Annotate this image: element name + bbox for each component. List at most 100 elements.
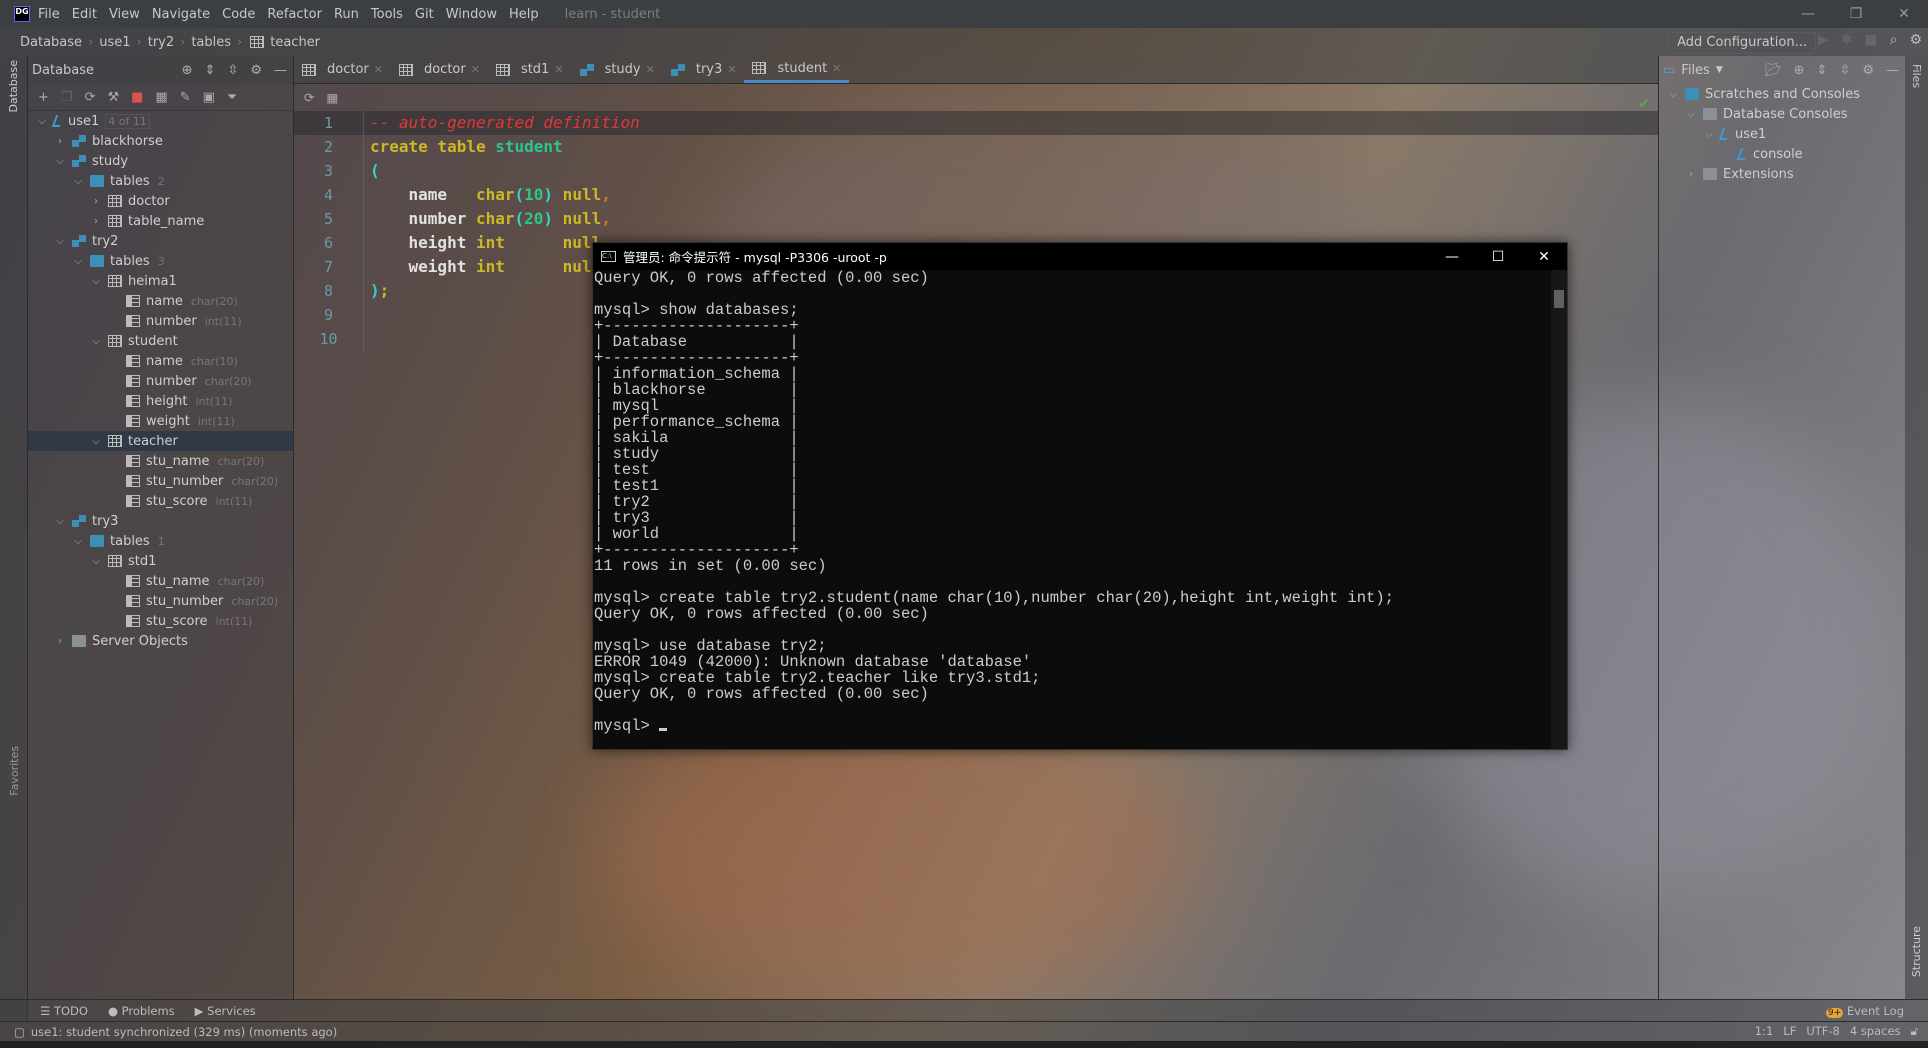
chevron-down-icon[interactable]: ▼ (1716, 65, 1723, 75)
refresh-icon[interactable]: ⟳ (85, 90, 96, 105)
tree-node-heima1[interactable]: ⌵ heima1 (28, 271, 293, 291)
tree-node-stu-name[interactable]: stu_name char(20) (28, 571, 293, 591)
menu-run[interactable]: Run (334, 7, 359, 22)
table-view-icon[interactable]: ▦ (326, 90, 338, 105)
edit-icon[interactable]: ✎ (180, 90, 191, 105)
tree-node-extensions[interactable]: › Extensions (1659, 164, 1905, 184)
tree-node-stu-score[interactable]: stu_score int(11) (28, 611, 293, 631)
menu-refactor[interactable]: Refactor (267, 7, 322, 22)
tree-node-weight[interactable]: weight int(11) (28, 411, 293, 431)
caret-position[interactable]: 1:1 (1755, 1024, 1774, 1039)
chevron-down-icon[interactable]: ⌵ (90, 336, 102, 347)
gear-icon[interactable]: ⚙ (250, 63, 262, 78)
tab-doctor[interactable]: doctor ✕ (294, 56, 391, 83)
menu-file[interactable]: File (38, 7, 60, 22)
services-tab[interactable]: ▶ Services (195, 1004, 256, 1018)
terminal-output[interactable]: Query OK, 0 rows affected (0.00 sec) mysq… (593, 270, 1551, 749)
minimize-button[interactable]: — (1784, 0, 1832, 28)
tree-node-tables[interactable]: ⌵ tables 1 (28, 531, 293, 551)
minimize-button[interactable]: — (1429, 249, 1475, 265)
expand-all-icon[interactable]: ⇕ (205, 63, 216, 78)
tree-node-use1[interactable]: ⌵ use1 (1659, 124, 1905, 144)
gear-icon[interactable]: ⚙ (1862, 63, 1874, 78)
tree-node-blackhorse[interactable]: › blackhorse (28, 131, 293, 151)
menu-git[interactable]: Git (415, 7, 434, 22)
close-tab-icon[interactable]: ✕ (374, 63, 383, 76)
chevron-down-icon[interactable]: ⌵ (90, 436, 102, 447)
chevron-down-icon[interactable]: ⌵ (1685, 109, 1697, 120)
tree-node-try2[interactable]: ⌵ try2 (28, 231, 293, 251)
chevron-right-icon[interactable]: › (90, 196, 102, 207)
close-tab-icon[interactable]: ✕ (554, 63, 563, 76)
collapse-all-icon[interactable]: ⇳ (227, 63, 238, 78)
chevron-down-icon[interactable]: ⌵ (54, 236, 66, 247)
close-tab-icon[interactable]: ✕ (471, 63, 480, 76)
tab-study[interactable]: study ✕ (572, 56, 663, 83)
chevron-right-icon[interactable]: › (54, 136, 66, 147)
breadcrumb-item[interactable]: tables (191, 35, 231, 50)
menu-edit[interactable]: Edit (72, 7, 97, 22)
chevron-down-icon[interactable]: ⌵ (90, 556, 102, 567)
tree-node-tables[interactable]: ⌵ tables 2 (28, 171, 293, 191)
scrollbar[interactable] (1551, 270, 1567, 749)
tree-node-height[interactable]: height int(11) (28, 391, 293, 411)
hide-icon[interactable]: — (274, 63, 287, 78)
chevron-down-icon[interactable]: ⌵ (1703, 129, 1715, 140)
tree-node-stu-number[interactable]: stu_number char(20) (28, 471, 293, 491)
stop-icon[interactable]: ■ (1864, 32, 1877, 48)
lock-icon[interactable]: 🔓︎ (1911, 1024, 1918, 1039)
chevron-down-icon[interactable]: ⌵ (90, 276, 102, 287)
encoding[interactable]: UTF-8 (1806, 1024, 1840, 1039)
tree-node-teacher[interactable]: ⌵ teacher (28, 431, 293, 451)
close-tab-icon[interactable]: ✕ (832, 62, 841, 75)
search-icon[interactable]: ⌕ (1890, 32, 1898, 48)
breadcrumb-item[interactable]: teacher (270, 35, 320, 50)
chevron-down-icon[interactable]: ⌵ (72, 256, 84, 267)
collapse-all-icon[interactable]: ⇳ (1839, 63, 1850, 78)
menu-view[interactable]: View (109, 7, 140, 22)
close-tab-icon[interactable]: ✕ (727, 63, 736, 76)
locate-icon[interactable]: ⊕ (182, 63, 193, 78)
tree-node-number[interactable]: number char(20) (28, 371, 293, 391)
breadcrumb-item[interactable]: use1 (99, 35, 130, 50)
tree-node-student[interactable]: ⌵ student (28, 331, 293, 351)
duplicate-icon[interactable]: ❐ (61, 90, 73, 105)
todo-tab[interactable]: ☰ TODO (40, 1004, 88, 1018)
restore-button[interactable]: ❐ (1832, 0, 1880, 28)
schema-settings-icon[interactable]: ⚒ (107, 90, 119, 105)
tab-student[interactable]: student ✕ (744, 56, 850, 83)
close-button[interactable]: ✕ (1521, 249, 1567, 265)
tab-try3[interactable]: try3 ✕ (663, 56, 745, 83)
tree-node-stu-number[interactable]: stu_number char(20) (28, 591, 293, 611)
tab-doctor[interactable]: doctor ✕ (391, 56, 488, 83)
tree-node-name[interactable]: name char(20) (28, 291, 293, 311)
breadcrumb-item[interactable]: Database (20, 35, 82, 50)
chevron-down-icon[interactable]: ⌵ (36, 116, 48, 127)
menu-tools[interactable]: Tools (371, 7, 403, 22)
tree-node-std1[interactable]: ⌵ std1 (28, 551, 293, 571)
add-icon[interactable]: + (38, 90, 49, 105)
chevron-down-icon[interactable]: ⌵ (1667, 89, 1679, 100)
tree-node-doctor[interactable]: › doctor (28, 191, 293, 211)
tree-node-scratches-and-consoles[interactable]: ⌵ Scratches and Consoles (1659, 84, 1905, 104)
indent[interactable]: 4 spaces (1850, 1024, 1901, 1039)
chevron-down-icon[interactable]: ⌵ (72, 176, 84, 187)
event-log-tab[interactable]: 9+ Event Log (1825, 1004, 1904, 1018)
menu-code[interactable]: Code (222, 7, 255, 22)
chevron-right-icon[interactable]: › (1685, 169, 1697, 180)
files-tool-tab[interactable]: Files (1910, 64, 1923, 88)
tree-node-number[interactable]: number int(11) (28, 311, 293, 331)
database-tool-tab[interactable]: Database (7, 60, 20, 113)
menu-help[interactable]: Help (509, 7, 539, 22)
query-console-icon[interactable]: ▣ (203, 90, 215, 105)
cmd-window[interactable]: C:\ 管理员: 命令提示符 - mysql -P3306 -uroot -p … (592, 242, 1568, 750)
tree-node-server-objects[interactable]: › Server Objects (28, 631, 293, 651)
tree-node-tables[interactable]: ⌵ tables 3 (28, 251, 293, 271)
tree-node-console[interactable]: console (1659, 144, 1905, 164)
refresh-icon[interactable]: ⟳ (304, 90, 314, 105)
problems-tab[interactable]: ● Problems (108, 1004, 175, 1018)
tree-node-use1[interactable]: ⌵ use1 4 of 11 (28, 111, 293, 131)
close-tab-icon[interactable]: ✕ (646, 63, 655, 76)
open-folder-icon[interactable]: 📂︎ (1765, 63, 1782, 78)
chevron-down-icon[interactable]: ⌵ (54, 156, 66, 167)
